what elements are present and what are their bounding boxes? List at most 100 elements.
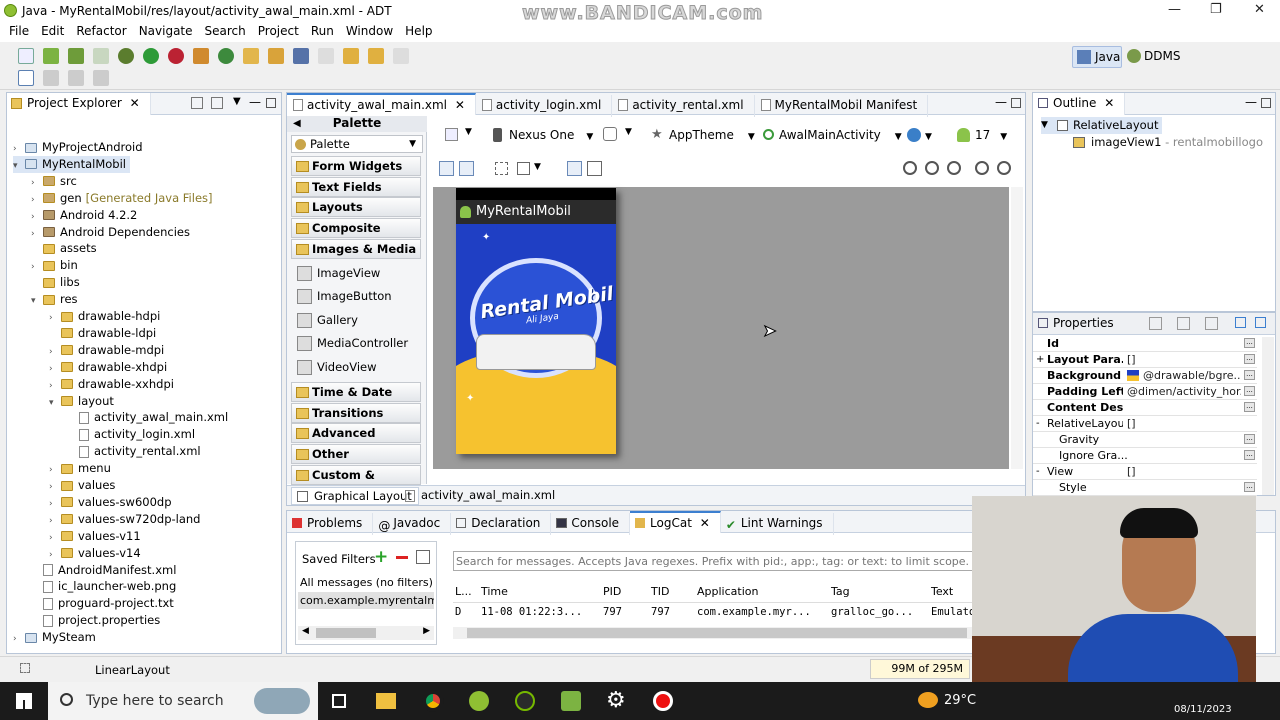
- chevron-right-icon[interactable]: ›: [13, 631, 25, 648]
- property-row[interactable]: Id...: [1033, 336, 1257, 352]
- toggle-fill-height-icon[interactable]: [459, 161, 474, 176]
- expand-toggle-icon[interactable]: +: [1036, 352, 1044, 367]
- tab-lint-warnings[interactable]: ✔ Lint Warnings: [721, 513, 834, 535]
- menu-refactor[interactable]: Refactor: [70, 22, 132, 40]
- tree-item[interactable]: › values: [49, 477, 119, 494]
- device-selector[interactable]: Nexus One ▼: [491, 126, 593, 144]
- tab-activity-rental[interactable]: activity_rental.xml: [612, 95, 755, 117]
- menu-window[interactable]: Window: [340, 22, 399, 40]
- link-editor-icon[interactable]: [211, 97, 223, 109]
- sort-icon[interactable]: [1149, 317, 1162, 330]
- tree-item[interactable]: › drawable-xhdpi: [49, 359, 171, 376]
- distribute-weights-icon[interactable]: [567, 161, 582, 176]
- file-explorer-icon[interactable]: [376, 693, 396, 709]
- palette-category[interactable]: Other: [291, 444, 421, 465]
- android-sdk-taskbar-icon[interactable]: [561, 691, 581, 711]
- menu-search[interactable]: Search: [199, 22, 252, 40]
- close-icon[interactable]: ✕: [700, 516, 710, 530]
- tree-item[interactable]: › drawable-hdpi: [49, 308, 164, 325]
- palette-collapse-icon[interactable]: ◀: [293, 116, 301, 131]
- tree-item[interactable]: AndroidManifest.xml: [31, 562, 180, 579]
- tree-item[interactable]: activity_login.xml: [67, 426, 199, 443]
- chevron-down-icon[interactable]: ▾: [31, 293, 43, 310]
- tree-item[interactable]: ▾ layout: [49, 393, 118, 410]
- expand-all-icon[interactable]: [1235, 317, 1246, 328]
- col-application[interactable]: Application: [697, 585, 758, 598]
- edit-filter-icon[interactable]: [416, 550, 430, 564]
- property-edit-button[interactable]: ...: [1244, 354, 1255, 364]
- palette-widget[interactable]: VideoView: [297, 357, 377, 377]
- annotation-icon[interactable]: [318, 48, 334, 64]
- gravity-chevron-icon[interactable]: ▼: [534, 162, 541, 172]
- close-window-button[interactable]: ✕: [1254, 2, 1265, 17]
- tab-manifest[interactable]: MyRentalMobil Manifest: [755, 95, 929, 117]
- task-view-icon[interactable]: [332, 694, 346, 708]
- tab-activity-login[interactable]: activity_login.xml: [476, 95, 613, 117]
- tab-activity-awal-main[interactable]: activity_awal_main.xml ✕: [287, 93, 476, 115]
- view-menu-icon[interactable]: ▼: [233, 96, 241, 107]
- close-icon[interactable]: ✕: [1104, 96, 1114, 110]
- margins-icon[interactable]: [495, 162, 508, 175]
- property-edit-button[interactable]: ...: [1244, 450, 1255, 460]
- config-chooser-icon[interactable]: [445, 128, 458, 141]
- palette-category[interactable]: Text Fields: [291, 176, 421, 197]
- palette-widget[interactable]: MediaController: [297, 333, 408, 353]
- tab-project-explorer[interactable]: Project Explorer ✕: [7, 93, 151, 115]
- tree-item[interactable]: › src: [31, 173, 81, 190]
- zoom-100-icon[interactable]: [947, 161, 961, 175]
- collapse-all-icon[interactable]: [191, 97, 203, 109]
- palette-category[interactable]: Advanced: [291, 423, 421, 444]
- table-row[interactable]: D 11-08 01:22:3... 797 797 com.example.m…: [453, 605, 975, 621]
- property-row[interactable]: Ignore Gra......: [1033, 448, 1257, 464]
- zoom-in-icon[interactable]: [997, 161, 1011, 175]
- tab-logcat[interactable]: LogCat ✕: [630, 511, 721, 533]
- property-value[interactable]: []: [1127, 352, 1241, 367]
- heap-status[interactable]: 99M of 295M: [870, 659, 970, 679]
- chevron-down-icon[interactable]: ▾: [13, 158, 25, 175]
- tree-item[interactable]: activity_awal_main.xml: [67, 409, 232, 426]
- minimize-view-icon[interactable]: —: [995, 95, 1007, 109]
- palette-category[interactable]: Layouts: [291, 197, 421, 218]
- outline-child-node[interactable]: imageView1 - rentalmobillogo: [1073, 134, 1263, 151]
- orientation-icon[interactable]: [603, 127, 617, 141]
- taskbar-search-box[interactable]: Type here to search: [48, 682, 318, 720]
- tab-graphical-layout[interactable]: Graphical Layout: [291, 487, 419, 505]
- property-edit-button[interactable]: ...: [1244, 434, 1255, 444]
- tree-item[interactable]: libs: [31, 274, 84, 291]
- delete-filter-icon[interactable]: [396, 556, 408, 559]
- tree-item[interactable]: › bin: [31, 257, 82, 274]
- maximize-button[interactable]: ❐: [1210, 2, 1222, 17]
- toggle-fill-width-icon[interactable]: [439, 161, 454, 176]
- expand-arrow-icon[interactable]: ▼: [1041, 117, 1048, 134]
- tree-item[interactable]: › Android 4.2.2: [31, 207, 141, 224]
- tree-item[interactable]: › menu: [49, 460, 115, 477]
- avd-manager-icon[interactable]: [68, 48, 84, 64]
- gravity-icon[interactable]: [517, 162, 530, 175]
- col-text[interactable]: Text: [931, 585, 953, 598]
- property-row[interactable]: - View []: [1033, 464, 1257, 480]
- outline-root-node[interactable]: ▼ RelativeLayout: [1041, 117, 1163, 134]
- expand-toggle-icon[interactable]: -: [1036, 416, 1040, 431]
- new-class-icon[interactable]: [218, 48, 234, 64]
- pin-icon[interactable]: [293, 48, 309, 64]
- property-edit-button[interactable]: ...: [1244, 386, 1255, 396]
- tree-item[interactable]: › MyProjectAndroid: [13, 139, 147, 156]
- menu-project[interactable]: Project: [252, 22, 305, 40]
- maximize-view-icon[interactable]: [1011, 98, 1021, 108]
- palette-widget[interactable]: ImageView: [297, 263, 380, 283]
- external-tools-icon[interactable]: [168, 48, 184, 64]
- property-edit-button[interactable]: ...: [1244, 338, 1255, 348]
- col-level[interactable]: L...: [455, 585, 472, 598]
- layout-canvas[interactable]: MyRentalMobil Rental Mobil Ali Jaya ✦ ✦ …: [433, 187, 1009, 469]
- save-icon[interactable]: [43, 70, 59, 86]
- logcat-search-input[interactable]: [453, 551, 973, 571]
- tab-javadoc[interactable]: @ Javadoc: [373, 513, 452, 535]
- minimize-view-icon[interactable]: —: [249, 95, 261, 109]
- menu-run[interactable]: Run: [305, 22, 340, 40]
- chrome-icon[interactable]: [422, 690, 444, 712]
- canvas-scrollbar[interactable]: [1011, 187, 1023, 469]
- settings-gear-icon[interactable]: ⚙: [606, 688, 626, 713]
- property-value[interactable]: @drawable/bgre...: [1143, 368, 1241, 383]
- record-icon[interactable]: [653, 691, 673, 711]
- tree-item[interactable]: ic_launcher-web.png: [31, 578, 180, 595]
